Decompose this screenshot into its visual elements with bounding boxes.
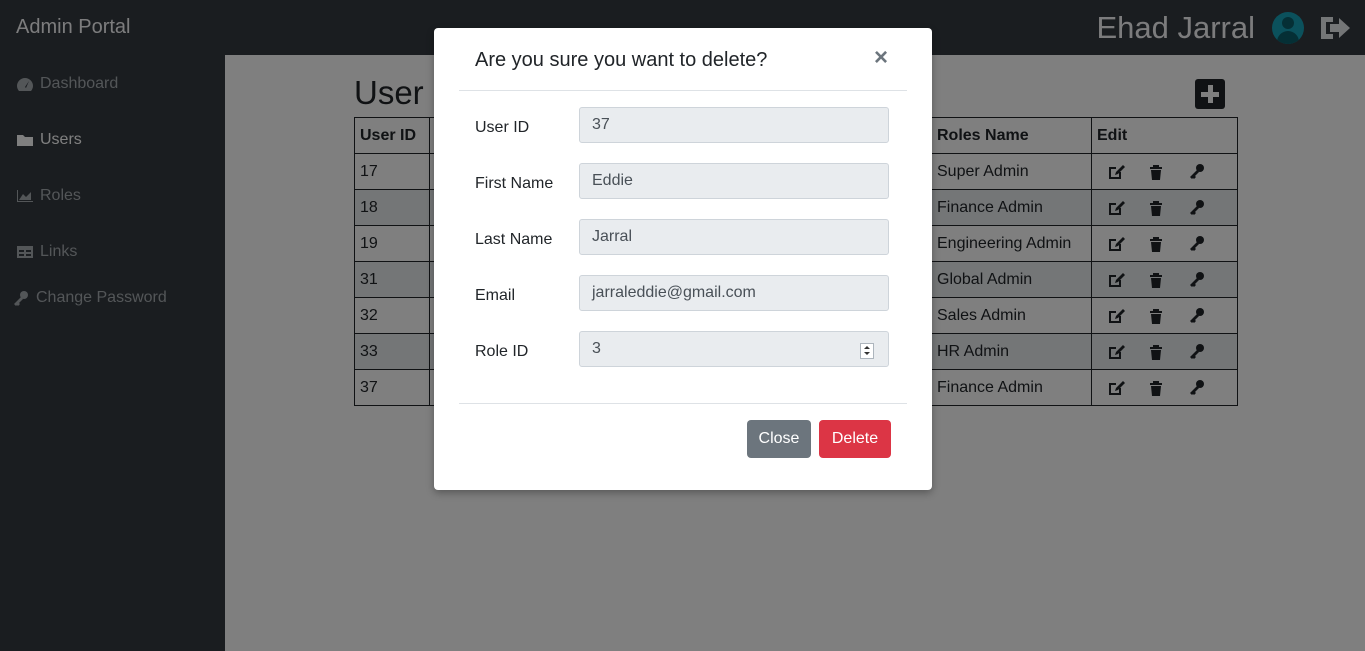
role-id-label: Role ID <box>475 343 529 360</box>
email-field[interactable]: jarraleddie@gmail.com <box>579 275 889 311</box>
close-icon[interactable]: × <box>874 46 888 70</box>
first-name-label: First Name <box>475 175 554 192</box>
first-name-field[interactable]: Eddie <box>579 163 889 199</box>
role-id-field[interactable]: 3 <box>579 331 889 367</box>
role-id-value: 3 <box>592 340 601 357</box>
user-id-field[interactable]: 37 <box>579 107 889 143</box>
close-button[interactable]: Close <box>747 420 811 458</box>
modal-header-divider <box>459 90 907 91</box>
last-name-field[interactable]: Jarral <box>579 219 889 255</box>
last-name-label: Last Name <box>475 231 553 248</box>
delete-confirm-modal: Are you sure you want to delete? × User … <box>434 28 932 490</box>
modal-title: Are you sure you want to delete? <box>475 49 768 71</box>
number-spinner-icon[interactable] <box>860 343 874 359</box>
user-id-label: User ID <box>475 119 530 136</box>
email-label: Email <box>475 287 516 304</box>
delete-button[interactable]: Delete <box>819 420 891 458</box>
modal-footer-divider <box>459 403 907 404</box>
